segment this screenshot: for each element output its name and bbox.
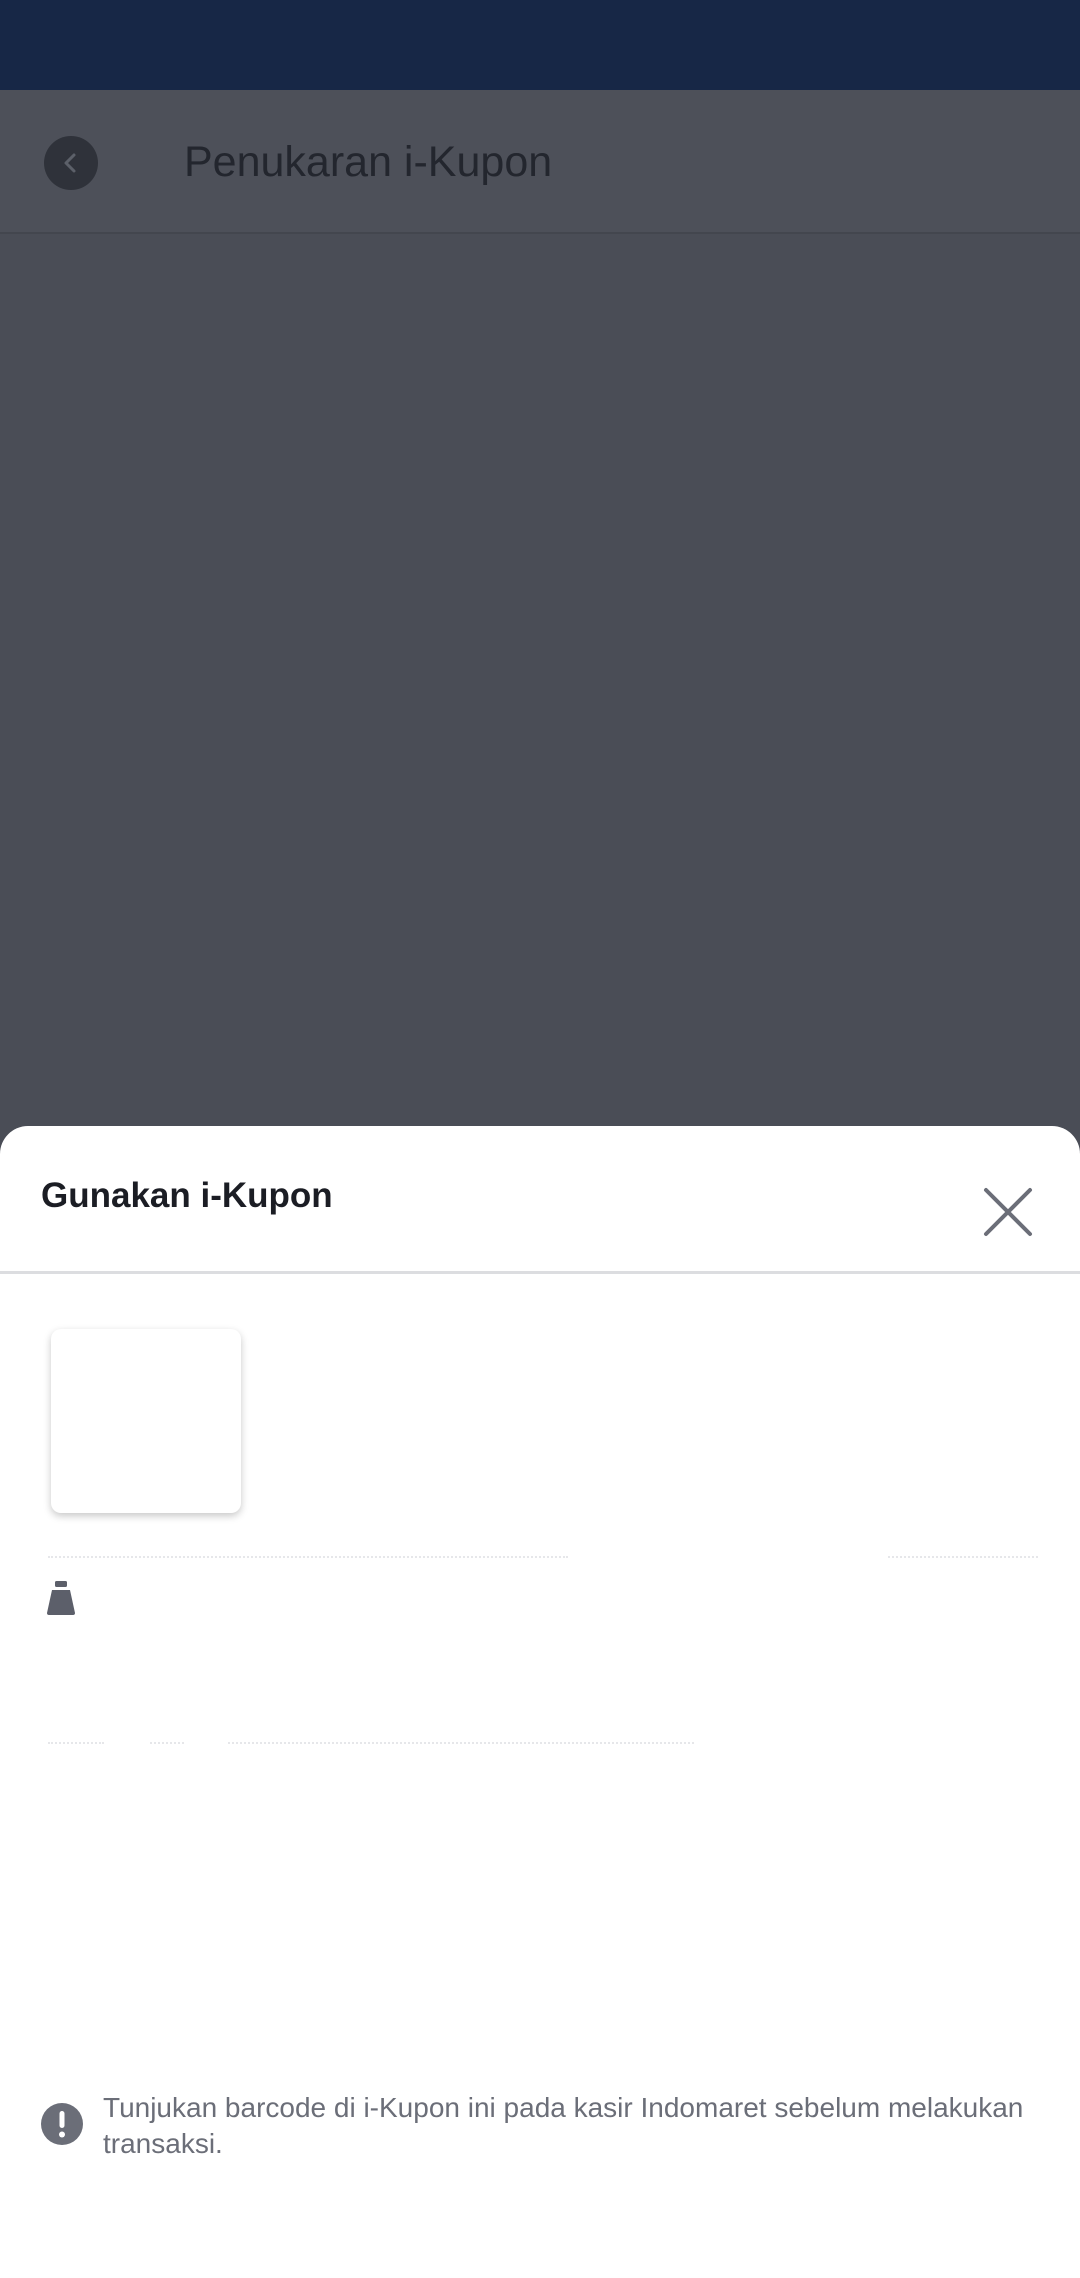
exclamation-circle-icon	[41, 2103, 83, 2145]
sheet-divider	[0, 1271, 1080, 1274]
page-title: Penukaran i-Kupon	[184, 138, 553, 186]
sheet-title: Gunakan i-Kupon	[41, 1176, 333, 1215]
dotted-divider	[48, 1742, 104, 1744]
dotted-divider	[888, 1556, 1038, 1558]
dotted-divider	[228, 1742, 694, 1744]
use-coupon-sheet: Gunakan i-Kupon Tunjukan barcode di i-Ku…	[0, 1126, 1080, 2278]
close-button[interactable]	[976, 1180, 1040, 1244]
dotted-divider	[48, 1556, 568, 1558]
modal-overlay[interactable]	[0, 234, 1080, 1126]
weight-icon	[47, 1581, 75, 1615]
close-icon	[984, 1188, 1032, 1236]
chevron-left-icon	[64, 153, 76, 173]
status-bar	[0, 0, 1080, 90]
back-button[interactable]	[44, 136, 98, 190]
coupon-image-card	[51, 1329, 241, 1513]
app-header: Penukaran i-Kupon	[0, 90, 1080, 234]
info-notice: Tunjukan barcode di i-Kupon ini pada kas…	[40, 2090, 1050, 2170]
dotted-divider	[150, 1742, 184, 1744]
info-text: Tunjukan barcode di i-Kupon ini pada kas…	[103, 2092, 1024, 2159]
